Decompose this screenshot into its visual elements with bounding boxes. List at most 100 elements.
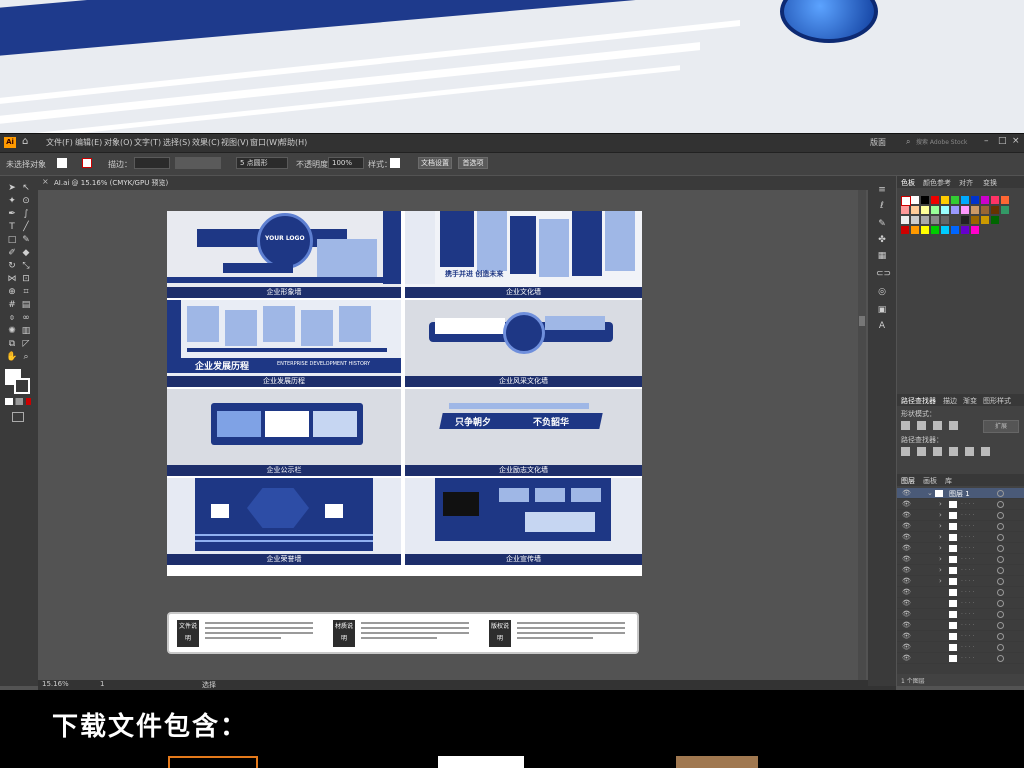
layer-item[interactable]: 👁 › · · · · xyxy=(897,532,1024,543)
curvature-tool-icon[interactable]: ∫ xyxy=(20,208,32,220)
properties-panel-icon[interactable]: ℓ xyxy=(876,200,888,212)
brush-definition-dropdown[interactable]: 5 点圆形 xyxy=(236,157,288,169)
layer-item[interactable]: 👁 · · · · xyxy=(897,598,1024,609)
layer-item[interactable]: 👁 · · · · xyxy=(897,642,1024,653)
tab-align[interactable]: 对齐 xyxy=(959,178,973,188)
expand-button[interactable]: 扩展 xyxy=(983,420,1019,433)
minimize-button[interactable]: – xyxy=(984,136,989,146)
menu-edit[interactable]: 编辑(E) xyxy=(75,137,102,148)
graphic-styles-panel-icon[interactable]: ▦ xyxy=(876,250,888,262)
layer-item[interactable]: 👁 · · · · xyxy=(897,631,1024,642)
paintbrush-icon[interactable]: ✎ xyxy=(20,234,32,246)
tab-graphic-styles[interactable]: 图形样式 xyxy=(983,396,1011,406)
layer-item[interactable]: 👁 · · · · xyxy=(897,609,1024,620)
canvas-area[interactable]: YOUR LOGO 企业形象墙 携手并进 创造未来 企业文化墙 企业发展历程 E… xyxy=(40,190,866,680)
color-mode-buttons[interactable] xyxy=(5,398,31,405)
tab-layers[interactable]: 图层 xyxy=(901,476,915,486)
hand-tool-icon[interactable]: ✋ xyxy=(6,351,18,363)
symbol-sprayer-icon[interactable]: ✺ xyxy=(6,325,18,337)
menu-object[interactable]: 对象(O) xyxy=(104,137,133,148)
stroke-panel-icon[interactable]: ≡ xyxy=(876,184,888,196)
rotate-tool-icon[interactable]: ↻ xyxy=(6,260,18,272)
tab-stroke[interactable]: 描边 xyxy=(943,396,957,406)
tab-artboards[interactable]: 画板 xyxy=(923,476,937,486)
fill-swatch[interactable] xyxy=(57,158,67,168)
scale-tool-icon[interactable]: ⤡ xyxy=(20,260,32,272)
eye-icon[interactable]: 👁 xyxy=(902,489,911,497)
pen-tool-icon[interactable]: ✒ xyxy=(6,208,18,220)
zoom-tool-icon[interactable]: ⌕ xyxy=(20,351,32,363)
zoom-level[interactable]: 15.16% xyxy=(42,680,69,688)
direct-selection-tool-icon[interactable]: ↖ xyxy=(20,182,32,194)
artboard-tool-icon[interactable]: ⧉ xyxy=(6,338,18,350)
menu-effect[interactable]: 效果(C) xyxy=(192,137,220,148)
layer-row-top[interactable]: 👁 ⌄ 图层 1 xyxy=(897,488,1024,499)
menu-type[interactable]: 文字(T) xyxy=(134,137,161,148)
perspective-grid-icon[interactable]: ⌗ xyxy=(20,286,32,298)
graph-tool-icon[interactable]: ▥ xyxy=(20,325,32,337)
preferences-button[interactable]: 首选项 xyxy=(458,157,488,169)
selection-tool-icon[interactable]: ➤ xyxy=(6,182,18,194)
menu-file[interactable]: 文件(F) xyxy=(46,137,73,148)
layer-item[interactable]: 👁 › · · · · xyxy=(897,521,1024,532)
document-setup-button[interactable]: 文档设置 xyxy=(418,157,452,169)
rectangle-tool-icon[interactable]: □ xyxy=(6,234,18,246)
shaper-tool-icon[interactable]: ✐ xyxy=(6,247,18,259)
stroke-swatch[interactable] xyxy=(82,158,92,168)
tab-close-icon[interactable]: × xyxy=(42,177,49,186)
type-tool-icon[interactable]: T xyxy=(6,221,18,233)
tab-color-guide[interactable]: 颜色参考 xyxy=(923,178,951,188)
shape-mode-buttons[interactable] xyxy=(901,421,965,430)
blend-tool-icon[interactable]: ∞ xyxy=(20,312,32,324)
gradient-tool-icon[interactable]: ▤ xyxy=(20,299,32,311)
menu-view[interactable]: 视图(V) xyxy=(221,137,249,148)
stroke-weight-field[interactable] xyxy=(134,157,170,169)
chevron-down-icon[interactable]: ⌄ xyxy=(927,489,933,497)
menu-help[interactable]: 帮助(H) xyxy=(279,137,307,148)
lasso-icon[interactable]: ⊙ xyxy=(20,195,32,207)
close-button[interactable]: × xyxy=(1012,136,1020,146)
tab-libraries[interactable]: 库 xyxy=(945,476,952,486)
character-panel-icon[interactable]: A xyxy=(876,320,888,332)
variable-width-field[interactable] xyxy=(175,157,221,169)
scrollbar-thumb[interactable] xyxy=(859,316,865,326)
layer-item[interactable]: 👁 · · · · xyxy=(897,587,1024,598)
opacity-field[interactable]: 100% xyxy=(328,157,364,169)
menu-select[interactable]: 选择(S) xyxy=(163,137,190,148)
layer-item[interactable]: 👁 › · · · · xyxy=(897,543,1024,554)
workspace-switcher[interactable]: 版面 xyxy=(870,137,886,148)
mesh-tool-icon[interactable]: # xyxy=(6,299,18,311)
swatch-grid[interactable] xyxy=(901,196,1020,256)
style-swatch[interactable] xyxy=(390,158,400,168)
line-tool-icon[interactable]: ╱ xyxy=(20,221,32,233)
layer-item[interactable]: 👁 › · · · · xyxy=(897,510,1024,521)
artboard-navigator[interactable]: 1 xyxy=(100,680,104,688)
stock-search-input[interactable]: 搜索 Adobe Stock xyxy=(916,137,972,148)
slice-tool-icon[interactable]: ◸ xyxy=(20,338,32,350)
eraser-icon[interactable]: ◆ xyxy=(20,247,32,259)
symbols-panel-icon[interactable]: ✤ xyxy=(876,234,888,246)
links-panel-icon[interactable]: ⊂⊃ xyxy=(876,268,891,280)
home-icon[interactable]: ⌂ xyxy=(22,136,28,147)
maximize-button[interactable]: □ xyxy=(998,136,1007,146)
free-transform-icon[interactable]: ⊡ xyxy=(20,273,32,285)
eyedropper-icon[interactable]: ⌽ xyxy=(6,312,18,324)
stroke-color-box[interactable] xyxy=(14,378,30,394)
tab-swatches[interactable]: 色板 xyxy=(901,178,915,188)
layer-item[interactable]: 👁 › · · · · xyxy=(897,499,1024,510)
vertical-scrollbar[interactable] xyxy=(858,190,866,680)
layer-item[interactable]: 👁 › · · · · xyxy=(897,576,1024,587)
layer-item[interactable]: 👁 › · · · · xyxy=(897,554,1024,565)
width-tool-icon[interactable]: ⋈ xyxy=(6,273,18,285)
menu-window[interactable]: 窗口(W) xyxy=(250,137,280,148)
layer-item[interactable]: 👁 · · · · xyxy=(897,620,1024,631)
layer-item[interactable]: 👁 · · · · xyxy=(897,653,1024,664)
document-tab[interactable]: × AI.ai @ 15.16% (CMYK/GPU 预览) xyxy=(38,176,896,190)
shape-builder-icon[interactable]: ⊕ xyxy=(6,286,18,298)
brushes-panel-icon[interactable]: ✎ xyxy=(876,218,888,230)
tab-gradient[interactable]: 渐变 xyxy=(963,396,977,406)
tab-pathfinder[interactable]: 路径查找器 xyxy=(901,396,936,406)
draw-mode-icon[interactable] xyxy=(12,412,24,422)
layer-item[interactable]: 👁 › · · · · xyxy=(897,565,1024,576)
transparency-panel-icon[interactable]: ▣ xyxy=(876,304,888,316)
